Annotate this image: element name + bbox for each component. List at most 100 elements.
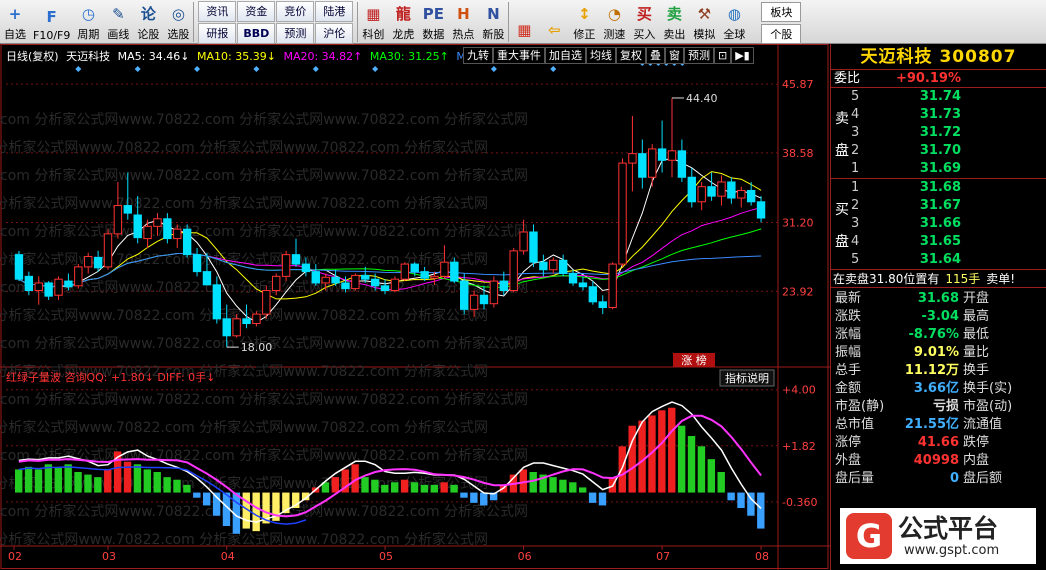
month-label: 05 [379,550,393,563]
buy-order-row[interactable]: 1 31.68 [831,179,1046,197]
event-diamond [253,66,260,72]
toolbar-button-buttons3-3[interactable]: ◔ 测速 [599,0,629,44]
month-label: 04 [221,550,235,563]
toolbar-button-buttons3-6[interactable]: ⚒ 模拟 [689,0,719,44]
candle-body [430,275,439,279]
candle-body [707,186,716,197]
toolbar-button-buttons3-1[interactable]: ⇦ [539,0,569,44]
toolbar-button-buttons-2[interactable]: ◷ 周期 [73,0,103,44]
buy-order-row[interactable]: 3 31.66 [831,215,1046,233]
period-label[interactable]: 日线(复权) [6,50,59,63]
candle-body [351,274,360,290]
toolbar-icon-buttons2-4: N [487,4,500,23]
main-toolbar: + 自选 F F10/F9 ◷ 周期 ✎ 画线论论股 ◎ 选股 资讯 资金 竞价 陆港 研报 BBD 预测 沪伦 ▦… [0,0,1046,44]
chart-tab-1[interactable]: 重大事件 [493,47,545,64]
stat-key-2: 跌停 [963,435,990,450]
event-diamond [75,66,82,72]
buy-order-row[interactable]: 4 31.65 [831,233,1046,251]
toolbar-label-buttons3-6: 模拟 [693,28,716,41]
indicator-bar [391,482,399,493]
toolbar-button-buttons-4[interactable]: 论论股 [133,0,163,44]
candle-body [331,276,340,284]
candle-body [746,189,756,203]
candle-body [321,276,330,284]
quick-button-7[interactable]: 沪伦 [315,23,354,44]
toolbar-button-buttons2-4[interactable]: N 新股 [478,0,508,44]
stat-key-2: 换手 [963,363,990,378]
stat-row: 外盘 40998 内盘 [831,452,1046,470]
toolbar-button-buttons3-2[interactable]: ↕ 修正 [569,0,599,44]
stat-value: 0 [949,471,959,486]
candle-body [212,284,222,320]
sell-order-row[interactable]: 1 31.69 [831,160,1046,178]
indicator-bar [331,477,340,493]
sell-order-row[interactable]: 4 31.73 [831,106,1046,124]
toolbar-button-buttons2-1[interactable]: 龍龙虎 [388,0,418,44]
watermark-text: com 分析家公式网www.70822.com 分析家公式网www.70822.… [0,139,488,156]
chart-header: 日线(复权) 天迈科技 MA5: 34.46↓ MA10: 35.39↓ MA2… [6,48,469,64]
order-price: 31.67 [919,198,961,213]
chart-tab-2[interactable]: 加自选 [545,47,586,64]
chart-tab-7[interactable]: 预测 [684,47,714,64]
candle-body [618,162,627,265]
kline-chart[interactable]: com 分析家公式网www.70822.com 分析家公式网www.70822.… [0,44,830,570]
ma20-line [18,207,762,291]
toolbar-right-0[interactable]: 板块 [761,2,802,22]
quick-button-5[interactable]: BBD [237,23,276,44]
toolbar-label-buttons2-3: 热点 [452,28,475,41]
sell-order-row[interactable]: 5 31.74 [831,88,1046,106]
toolbar-icon-buttons-0: + [8,4,22,23]
indicator-help-label: 指标说明 [725,371,769,385]
chart-tab-6[interactable]: 窗 [665,47,684,64]
chart-tab-5[interactable]: 叠 [646,47,665,64]
quick-button-0[interactable]: 资讯 [198,1,237,22]
stat-row: 涨幅 -8.76% 最低 [831,326,1046,344]
candle-body [64,280,73,288]
stat-value: 40998 [913,453,959,468]
toolbar-right-1[interactable]: 个股 [761,24,802,44]
watermark-text: com 分析家公式网www.70822.com 分析家公式网www.70822.… [0,419,488,436]
toolbar-button-buttons3-7[interactable]: ◍ 全球 [719,0,749,44]
candle-body [361,274,370,280]
toolbar-button-buttons2-0[interactable]: ▦ 科创 [358,0,388,44]
price-axis-label: 38.58 [782,147,814,160]
buy-order-row[interactable]: 2 31.67 [831,197,1046,215]
stat-value: 41.66 [917,435,959,450]
indicator-bar [84,474,92,493]
toolbar-button-buttons3-4[interactable]: 买买入 [629,0,659,44]
toolbar-button-buttons-5[interactable]: ◎ 选股 [163,0,193,44]
stat-row: 涨停 41.66 跌停 [831,434,1046,452]
quick-button-6[interactable]: 预测 [276,23,315,44]
sell-order-row[interactable]: 3 31.72 [831,124,1046,142]
toolbar-icon-buttons-1: F [46,7,57,26]
toolbar-button-buttons-3[interactable]: ✎ 画线 [103,0,133,44]
chart-tab-4[interactable]: 复权 [616,47,646,64]
indicator-bar [163,477,171,493]
candle-body [657,148,667,161]
toolbar-button-buttons-1[interactable]: F F10/F9 [30,0,73,44]
toolbar-icon-buttons3-2: ↕ [578,4,591,23]
indicator-bar [34,469,43,493]
lock-icon[interactable]: ⊡ [714,47,732,64]
toolbar-label-buttons3-3: 测速 [603,28,626,41]
buy-order-row[interactable]: 5 31.64 [831,251,1046,269]
stat-key-2: 最低 [963,327,990,342]
toolbar-button-buttons2-3[interactable]: H 热点 [448,0,478,44]
toolbar-label-buttons3-7: 全球 [723,28,746,41]
logo-mark: G [846,513,892,559]
expand-icon[interactable]: ▶▮ [731,47,754,64]
toolbar-button-buttons3-5[interactable]: 卖卖出 [659,0,689,44]
toolbar-button-buttons3-0[interactable]: ▦ [509,0,539,44]
chart-tab-3[interactable]: 均线 [586,47,616,64]
candle-body [252,313,261,325]
toolbar-button-buttons2-2[interactable]: PE 数据 [418,0,448,44]
quick-button-4[interactable]: 研报 [198,23,237,44]
quick-button-3[interactable]: 陆港 [315,1,354,22]
sell-order-row[interactable]: 2 31.70 [831,142,1046,160]
quick-button-2[interactable]: 竞价 [276,1,315,22]
toolbar-label-buttons3-4: 买入 [633,28,656,41]
toolbar-button-buttons-0[interactable]: + 自选 [0,0,30,44]
quick-button-1[interactable]: 资金 [237,1,276,22]
chart-tab-0[interactable]: 九转 [463,47,493,64]
